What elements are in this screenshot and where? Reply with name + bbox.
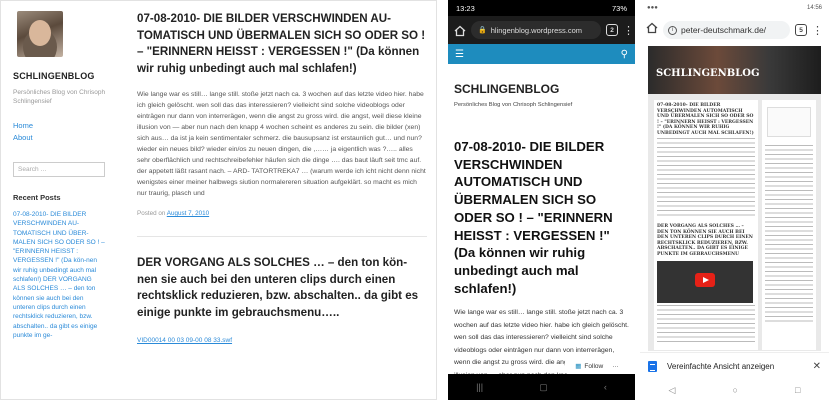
post-text-lines [657,305,755,345]
posted-date-link[interactable]: August 7, 2010 [167,210,209,217]
status-bar: 13:23 73% [448,0,635,16]
content-column: 07-08-2010- DIE BILDER VERSCHWINDEN AUTO… [654,100,758,350]
post-text-lines [657,138,755,218]
sidebar: SCHLINGENBLOG Persönliches Blog von Chri… [13,11,117,340]
home-icon[interactable] [454,24,466,37]
reader-mode-icon [648,361,657,372]
browser-toolbar: i peter-deutschmark.de/ 5 ⋮ [640,16,829,44]
menu-icon[interactable]: ⋮ [812,24,823,37]
recents-icon[interactable]: ||| [476,382,483,392]
blog-description: Persönliches Blog von Chrisoph Schlingen… [454,102,573,108]
system-nav-bar: ◁ ○ □ [640,380,829,400]
status-time: 13:23 [456,3,475,13]
post-excerpt: Wie lange war es still… lange still. sto… [137,91,426,197]
site-logo[interactable]: SCHLINGENBLOG [656,68,760,79]
sidebar-column [762,100,816,350]
follow-icon: ▦ [575,363,582,370]
post-title[interactable]: 07-08-2010- DIE BILDER VERSCHWINDEN AUTO… [657,103,755,136]
web-page: ☰ ⚲ SCHLINGENBLOG Persönliches Blog von … [448,44,635,374]
recents-icon[interactable]: □ [795,385,800,395]
tab-switcher-icon[interactable]: 2 [606,24,618,36]
post-meta: Posted on August 7, 2010 [137,210,427,217]
sidebar-image[interactable] [767,107,811,137]
lock-icon: 🔒 [478,27,487,34]
close-icon[interactable]: ✕ [813,361,821,372]
wp-header-bar: ☰ ⚲ [448,44,635,64]
search-input[interactable]: Search … [13,162,105,177]
home-button-icon[interactable]: ▢ [539,382,548,393]
site-header: SCHLINGENBLOG [648,46,821,94]
address-bar[interactable]: i peter-deutschmark.de/ [663,21,790,39]
nav-item-about[interactable]: About [13,132,117,144]
status-time: 14:56 [806,5,822,11]
post-title[interactable]: 07-08-2010- DIE BILDER VERSCHWINDEN AUTO… [454,138,629,297]
video-embed[interactable] [657,261,753,303]
blog-description: Persönliches Blog von Chrisoph Schlingen… [13,89,106,105]
simplified-view-label[interactable]: Vereinfachte Ansicht anzeigen [667,362,774,371]
back-icon[interactable]: ◁ [669,385,676,396]
post-title-2[interactable]: DER VORGANG ALS SOLCHES … – den ton kön-… [137,255,427,321]
more-label[interactable]: ··· [612,363,619,370]
tab-switcher-icon[interactable]: 5 [795,24,807,36]
back-icon[interactable]: ‹ [604,382,607,392]
home-button-icon[interactable]: ○ [733,385,738,395]
nav-item-home[interactable]: Home [13,120,117,132]
search-icon[interactable]: ⚲ [621,49,628,60]
nav-menu: Home About [13,120,117,144]
browser-toolbar: 🔒 hlingenblog.wordpress.com 2 ⋮ [448,16,635,44]
attachment-link[interactable]: VID00014 00 03 09-00 08 33.swf [137,337,427,344]
blog-title[interactable]: SCHLINGENBLOG [13,71,117,81]
posted-label: Posted on [137,210,166,217]
web-page: SCHLINGENBLOG 07-08-2010- DIE BILDER VER… [648,46,821,351]
follow-button[interactable]: ▦ Follow ··· [565,358,629,374]
status-battery: 73% [611,3,627,13]
address-bar[interactable]: 🔒 hlingenblog.wordpress.com [471,21,601,39]
mobile-light-screenshot: ●●● 14:56 i peter-deutschmark.de/ 5 ⋮ SC… [640,0,829,400]
blog-title[interactable]: SCHLINGENBLOG [454,82,629,96]
follow-label: Follow [584,362,604,370]
home-icon[interactable] [646,21,658,39]
simplified-view-banner[interactable]: Vereinfachte Ansicht anzeigen ✕ [640,352,829,380]
hamburger-icon[interactable]: ☰ [455,49,464,60]
divider [137,236,427,237]
url-text: hlingenblog.wordpress.com [490,25,583,35]
avatar[interactable] [17,11,63,57]
url-text: peter-deutschmark.de/ [681,25,767,35]
status-bar: ●●● 14:56 [640,0,829,16]
recent-posts-heading: Recent Posts [13,193,61,202]
mobile-dark-screenshot: 13:23 73% 🔒 hlingenblog.wordpress.com 2 … [448,0,635,400]
recent-posts-list[interactable]: 07-08-2010- DIE BILDER VERSCHWINDEN AU-T… [13,210,105,340]
sidebar-lines [765,145,813,325]
info-icon[interactable]: i [668,25,677,35]
system-nav-bar: ||| ▢ ‹ [448,374,635,400]
post-title[interactable]: 07-08-2010- DIE BILDER VERSCHWINDEN AU-T… [137,11,427,77]
post-title-2[interactable]: DER VORGANG ALS SOLCHES … – DEN TON KÖNN… [657,224,755,257]
desktop-screenshot: SCHLINGENBLOG Persönliches Blog von Chri… [0,0,437,400]
status-left: ●●● [647,5,658,11]
main-content: 07-08-2010- DIE BILDER VERSCHWINDEN AU-T… [137,11,427,344]
play-icon[interactable] [695,273,715,287]
menu-icon[interactable]: ⋮ [623,24,634,37]
